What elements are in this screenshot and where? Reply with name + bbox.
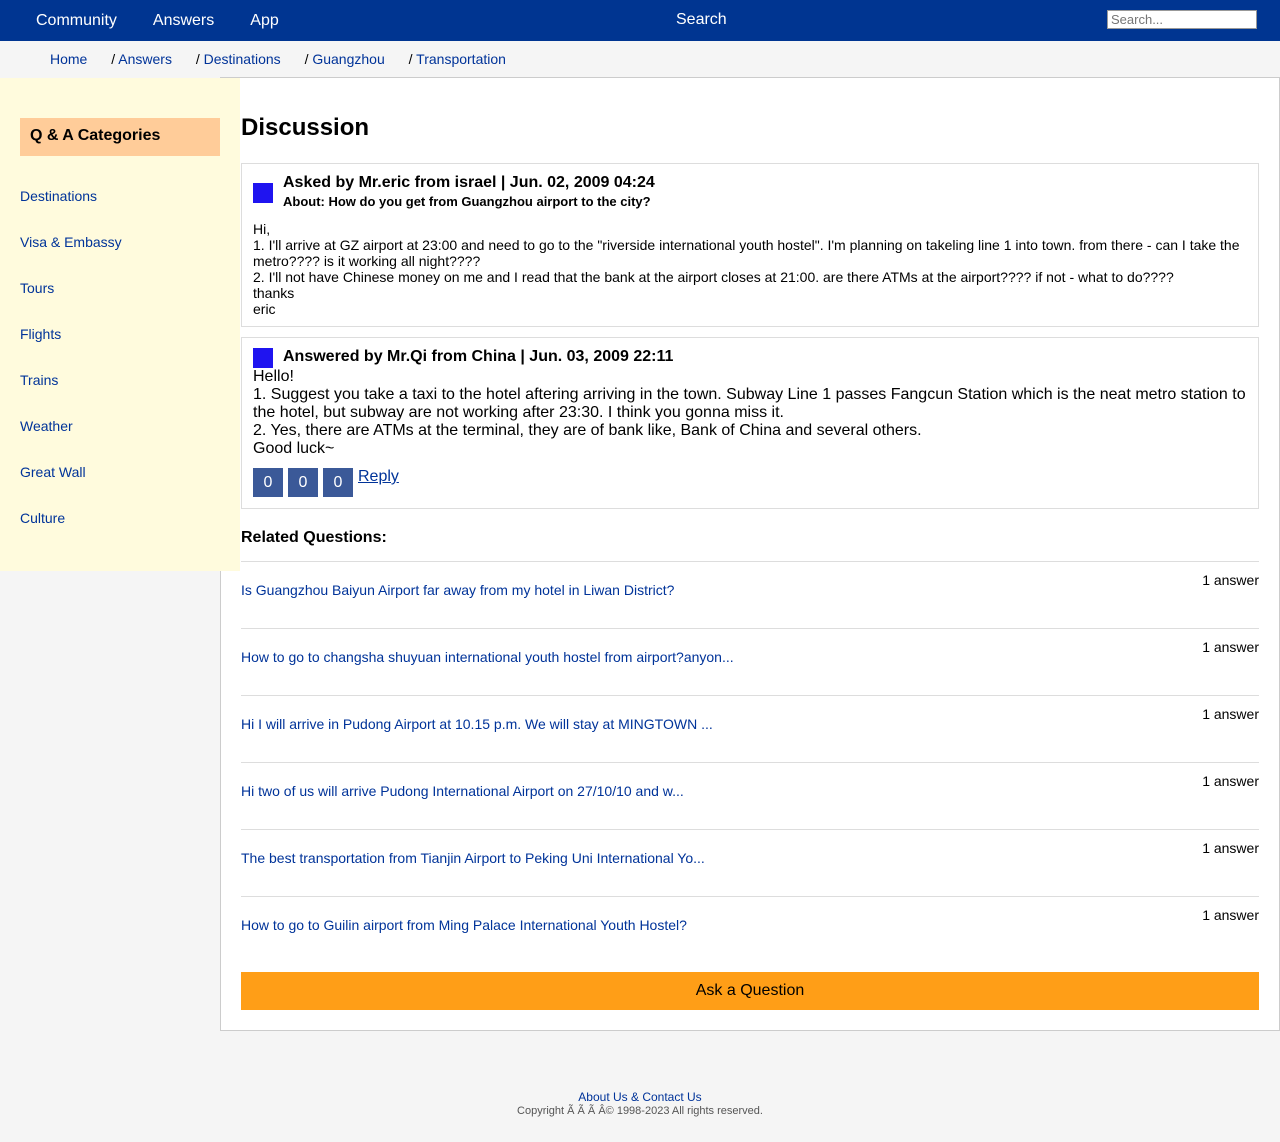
answer-count: 1 answer (1202, 773, 1259, 789)
sidebar-item-visa[interactable]: Visa & Embassy (20, 234, 122, 280)
vote-button[interactable]: 0 (288, 468, 318, 497)
breadcrumb-home[interactable]: Home (50, 51, 87, 67)
sidebar-item-great-wall[interactable]: Great Wall (20, 464, 122, 510)
top-navbar: Community Answers App Search (0, 0, 1280, 41)
nav-answers[interactable]: Answers (153, 12, 214, 30)
related-question-link[interactable]: Is Guangzhou Baiyun Airport far away fro… (241, 582, 674, 598)
list-item: How to go to Guilin airport from Ming Pa… (241, 896, 1259, 963)
answerer-avatar (253, 348, 273, 368)
sidebar-list: Destinations Visa & Embassy Tours Flight… (20, 188, 122, 556)
question-body: Hi, 1. I'll arrive at GZ airport at 23:0… (253, 221, 1248, 317)
list-item: Is Guangzhou Baiyun Airport far away fro… (241, 561, 1259, 628)
question-about: About: How do you get from Guangzhou air… (283, 194, 651, 209)
list-item: The best transportation from Tianjin Air… (241, 829, 1259, 896)
answer-line: Hello! (253, 368, 294, 385)
breadcrumb-destinations[interactable]: Destinations (204, 51, 281, 67)
sidebar: Q & A Categories Destinations Visa & Emb… (0, 78, 240, 571)
breadcrumb-transportation[interactable]: Transportation (416, 51, 506, 67)
sidebar-item-culture[interactable]: Culture (20, 510, 122, 556)
sidebar-item-flights[interactable]: Flights (20, 326, 122, 372)
related-question-link[interactable]: Hi I will arrive in Pudong Airport at 10… (241, 716, 713, 732)
breadcrumb-guangzhou[interactable]: Guangzhou (312, 51, 384, 67)
question-line: 2. I'll not have Chinese money on me and… (253, 269, 1174, 285)
search-label[interactable]: Search (676, 11, 727, 29)
breadcrumb-answers[interactable]: Answers (118, 51, 172, 67)
breadcrumb-separator: / (304, 51, 309, 67)
main-content: Discussion Asked by Mr.eric from israel … (220, 77, 1280, 1031)
related-question-link[interactable]: Hi two of us will arrive Pudong Internat… (241, 783, 684, 799)
question-header: Asked by Mr.eric from israel | Jun. 02, … (283, 174, 655, 191)
sidebar-item-tours[interactable]: Tours (20, 280, 122, 326)
breadcrumb-separator: / (111, 51, 116, 67)
answer-line: 2. Yes, there are ATMs at the terminal, … (253, 422, 922, 439)
reply-link[interactable]: Reply (358, 468, 399, 486)
answer-post: Answered by Mr.Qi from China | Jun. 03, … (241, 337, 1259, 509)
sidebar-item-trains[interactable]: Trains (20, 372, 122, 418)
breadcrumb-separator: / (408, 51, 413, 67)
copyright: Copyright Ã Ã Ã Â© 1998-2023 All rights … (517, 1105, 763, 1117)
answer-body: Hello! 1. Suggest you take a taxi to the… (253, 368, 1248, 458)
page-title: Discussion (241, 114, 370, 141)
about-contact-link[interactable]: About Us & Contact Us (0, 1090, 1280, 1104)
question-line: eric (253, 301, 276, 317)
footer: About Us & Contact Us Copyright Ã Ã Ã Â©… (0, 1090, 1280, 1117)
related-question-link[interactable]: The best transportation from Tianjin Air… (241, 850, 705, 866)
question-line: thanks (253, 285, 295, 301)
vote-button[interactable]: 0 (253, 468, 283, 497)
related-questions-list: Is Guangzhou Baiyun Airport far away fro… (241, 561, 1259, 963)
answer-count: 1 answer (1202, 572, 1259, 588)
answer-line: Good luck~ (253, 440, 335, 457)
asker-avatar (253, 183, 273, 203)
related-questions-title: Related Questions: (241, 529, 387, 546)
question-line: Hi, (253, 221, 271, 237)
question-post: Asked by Mr.eric from israel | Jun. 02, … (241, 163, 1259, 327)
vote-bar: 0 0 0 Reply (253, 468, 399, 497)
nav-community[interactable]: Community (36, 12, 117, 30)
sidebar-item-weather[interactable]: Weather (20, 418, 122, 464)
question-line: 1. I'll arrive at GZ airport at 23:00 an… (253, 237, 1240, 269)
answer-count: 1 answer (1202, 840, 1259, 856)
answer-count: 1 answer (1202, 706, 1259, 722)
answer-count: 1 answer (1202, 639, 1259, 655)
related-question-link[interactable]: How to go to changsha shuyuan internatio… (241, 649, 734, 665)
search-input[interactable] (1107, 10, 1257, 29)
top-nav: Community Answers App (36, 0, 315, 41)
answer-header: Answered by Mr.Qi from China | Jun. 03, … (283, 348, 674, 365)
breadcrumb: Home / Answers / Destinations / Guangzho… (50, 51, 526, 67)
list-item: How to go to changsha shuyuan internatio… (241, 628, 1259, 695)
ask-question-button[interactable]: Ask a Question (241, 972, 1259, 1010)
list-item: Hi I will arrive in Pudong Airport at 10… (241, 695, 1259, 762)
breadcrumb-separator: / (195, 51, 200, 67)
sidebar-item-destinations[interactable]: Destinations (20, 188, 122, 234)
sidebar-title: Q & A Categories (20, 118, 220, 156)
vote-button[interactable]: 0 (323, 468, 353, 497)
related-question-link[interactable]: How to go to Guilin airport from Ming Pa… (241, 917, 687, 933)
answer-count: 1 answer (1202, 907, 1259, 923)
list-item: Hi two of us will arrive Pudong Internat… (241, 762, 1259, 829)
answer-line: 1. Suggest you take a taxi to the hotel … (253, 386, 1246, 421)
nav-app[interactable]: App (250, 12, 278, 30)
